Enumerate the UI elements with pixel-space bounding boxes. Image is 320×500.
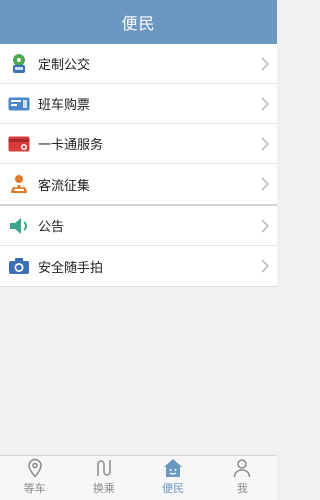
menu-item-shuttle-ticket[interactable]: 班车购票 <box>0 84 277 124</box>
speaker-icon <box>8 215 30 237</box>
tab-label: 便民 <box>162 482 185 495</box>
tab-label: 等车 <box>23 482 46 495</box>
tab-me[interactable]: 我 <box>208 456 277 500</box>
menu-item-card-service[interactable]: 一卡通服务 <box>0 124 277 164</box>
tab-transfer[interactable]: 换乘 <box>69 456 138 500</box>
service-group-2: 公告 安全随手拍 <box>0 206 277 287</box>
chevron-right-icon <box>261 57 269 71</box>
menu-item-label: 客流征集 <box>38 178 91 194</box>
chevron-right-icon <box>261 259 269 273</box>
menu-item-label: 安全随手拍 <box>38 260 104 276</box>
page-header: 便民 <box>0 0 277 44</box>
ticket-icon <box>8 93 30 115</box>
menu-item-label: 定制公交 <box>38 58 91 73</box>
tab-convenience[interactable]: 便民 <box>139 456 208 500</box>
menu-item-custom-bus[interactable]: 定制公交 <box>0 44 277 84</box>
page-title: 便民 <box>121 14 156 33</box>
menu-item-label: 一卡通服务 <box>38 138 104 153</box>
home-face-icon <box>164 459 183 477</box>
tab-label: 换乘 <box>92 482 115 495</box>
menu-item-label: 公告 <box>38 220 65 235</box>
route-icon <box>97 460 111 476</box>
camera-icon <box>8 255 30 277</box>
menu-item-label: 班车购票 <box>38 98 91 113</box>
chevron-right-icon <box>261 97 269 111</box>
user-icon <box>234 459 251 478</box>
people-icon <box>8 173 30 195</box>
chevron-right-icon <box>261 177 269 191</box>
location-pin-icon <box>27 458 42 478</box>
bus-pin-icon <box>8 53 30 75</box>
chevron-right-icon <box>261 137 269 151</box>
menu-item-safety-photo[interactable]: 安全随手拍 <box>0 246 277 286</box>
tab-wait-bus[interactable]: 等车 <box>0 456 69 500</box>
menu-item-passenger-survey[interactable]: 客流征集 <box>0 164 277 204</box>
tab-label: 我 <box>236 482 248 495</box>
chevron-right-icon <box>261 219 269 233</box>
menu-item-announcement[interactable]: 公告 <box>0 206 277 246</box>
card-icon <box>8 133 30 155</box>
service-group-1: 定制公交 班车购票 一卡通服务 客流征集 <box>0 44 277 205</box>
service-list: 定制公交 班车购票 一卡通服务 客流征集 公告 安全随手拍 <box>0 44 277 287</box>
bottom-tab-bar: 等车 换乘 便民 我 <box>0 455 277 500</box>
